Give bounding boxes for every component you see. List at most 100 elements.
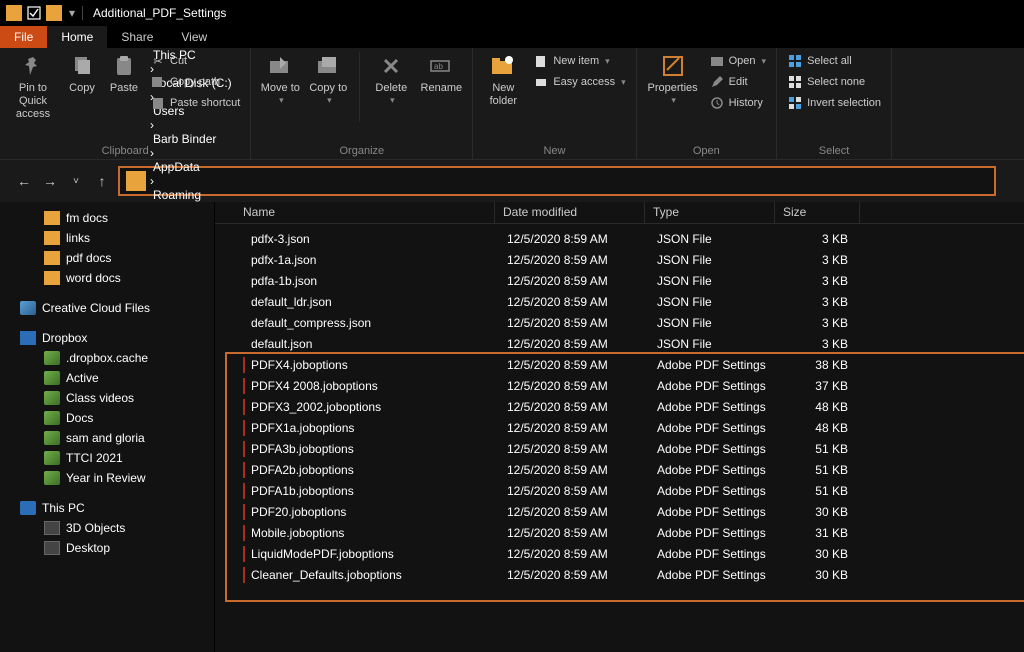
edit-button[interactable]: Edit (707, 73, 768, 91)
creative-cloud-icon (20, 301, 36, 315)
sidebar-item[interactable]: links (0, 228, 214, 248)
sidebar-item[interactable]: TTCI 2021 (0, 448, 214, 468)
sidebar-item[interactable]: Docs (0, 408, 214, 428)
sidebar[interactable]: fm docslinkspdf docsword docs Creative C… (0, 202, 215, 652)
file-date: 12/5/2020 8:59 AM (499, 484, 649, 498)
tab-file[interactable]: File (0, 26, 47, 48)
file-row[interactable]: LiquidModePDF.joboptions12/5/2020 8:59 A… (215, 543, 1024, 564)
file-type: JSON File (649, 316, 779, 330)
file-row[interactable]: PDFA1b.joboptions12/5/2020 8:59 AMAdobe … (215, 480, 1024, 501)
sidebar-item[interactable]: Desktop (0, 538, 214, 558)
file-row[interactable]: PDF20.joboptions12/5/2020 8:59 AMAdobe P… (215, 501, 1024, 522)
select-none-button[interactable]: Select none (785, 73, 883, 91)
open-icon (709, 53, 725, 69)
tab-home[interactable]: Home (47, 26, 107, 48)
col-date[interactable]: Date modified (495, 202, 645, 223)
file-row[interactable]: default_compress.json12/5/2020 8:59 AMJS… (215, 312, 1024, 333)
column-headers[interactable]: Name Date modified Type Size (215, 202, 1024, 224)
breadcrumb-item[interactable]: AppData (150, 160, 289, 174)
address-bar[interactable]: This PC›Local Disk (C:)›Users›Barb Binde… (118, 166, 996, 196)
recent-dropdown[interactable]: ˅ (66, 169, 86, 193)
sidebar-item[interactable]: Class videos (0, 388, 214, 408)
file-name: PDFA1b.joboptions (243, 484, 499, 498)
file-name: PDFX4 2008.joboptions (243, 379, 499, 393)
file-type: Adobe PDF Settings (649, 358, 779, 372)
col-name[interactable]: Name (215, 202, 495, 223)
file-row[interactable]: default_ldr.json12/5/2020 8:59 AMJSON Fi… (215, 291, 1024, 312)
file-row[interactable]: PDFX1a.joboptions12/5/2020 8:59 AMAdobe … (215, 417, 1024, 438)
file-type: JSON File (649, 274, 779, 288)
file-row[interactable]: PDFX4.joboptions12/5/2020 8:59 AMAdobe P… (215, 354, 1024, 375)
delete-icon (377, 52, 405, 80)
paste-icon (110, 52, 138, 80)
sidebar-item[interactable]: word docs (0, 268, 214, 288)
delete-button[interactable]: Delete▾ (370, 52, 412, 106)
open-button[interactable]: Open▾ (707, 52, 768, 70)
folder-icon (44, 471, 60, 485)
file-row[interactable]: PDFX4 2008.joboptions12/5/2020 8:59 AMAd… (215, 375, 1024, 396)
copy-button[interactable]: Copy (64, 52, 100, 95)
file-row[interactable]: pdfx-1a.json12/5/2020 8:59 AMJSON File3 … (215, 249, 1024, 270)
qat-dropdown[interactable]: ▾ (66, 7, 78, 19)
file-row[interactable]: pdfa-1b.json12/5/2020 8:59 AMJSON File3 … (215, 270, 1024, 291)
paste-shortcut-button[interactable]: Paste shortcut (148, 94, 242, 112)
select-all-button[interactable]: Select all (785, 52, 883, 70)
tab-view[interactable]: View (167, 26, 221, 48)
sidebar-item[interactable]: Active (0, 368, 214, 388)
file-size: 30 KB (779, 568, 864, 582)
file-row[interactable]: pdfx-3.json12/5/2020 8:59 AMJSON File3 K… (215, 228, 1024, 249)
file-name: LiquidModePDF.joboptions (243, 547, 499, 561)
copy-path-button[interactable]: Copy path (148, 73, 242, 91)
paste-button[interactable]: Paste (106, 52, 142, 95)
sidebar-item[interactable]: pdf docs (0, 248, 214, 268)
file-row[interactable]: PDFA2b.joboptions12/5/2020 8:59 AMAdobe … (215, 459, 1024, 480)
sidebar-item[interactable]: .dropbox.cache (0, 348, 214, 368)
file-name: PDFA3b.joboptions (243, 442, 499, 456)
tab-share[interactable]: Share (107, 26, 167, 48)
quick-access-toolbar[interactable] (26, 5, 42, 21)
sidebar-this-pc[interactable]: This PC (0, 498, 214, 518)
sidebar-item[interactable]: Year in Review (0, 468, 214, 488)
forward-button[interactable]: → (40, 169, 60, 193)
up-button[interactable]: ↑ (92, 169, 112, 193)
file-size: 3 KB (779, 337, 864, 351)
col-size[interactable]: Size (775, 202, 860, 223)
col-type[interactable]: Type (645, 202, 775, 223)
sidebar-item[interactable]: fm docs (0, 208, 214, 228)
new-folder-button[interactable]: New folder (481, 52, 525, 108)
folder-icon (44, 231, 60, 245)
file-row[interactable]: PDFX3_2002.joboptions12/5/2020 8:59 AMAd… (215, 396, 1024, 417)
file-row[interactable]: PDFA3b.joboptions12/5/2020 8:59 AMAdobe … (215, 438, 1024, 459)
new-item-button[interactable]: New item▾ (531, 52, 627, 70)
file-type: Adobe PDF Settings (649, 484, 779, 498)
sidebar-item[interactable]: sam and gloria (0, 428, 214, 448)
folder-icon (44, 351, 60, 365)
sidebar-dropbox[interactable]: Dropbox (0, 328, 214, 348)
pin-quick-access-button[interactable]: Pin to Quick access (8, 52, 58, 122)
file-row[interactable]: default.json12/5/2020 8:59 AMJSON File3 … (215, 333, 1024, 354)
device-icon (44, 541, 60, 555)
file-row[interactable]: Cleaner_Defaults.joboptions12/5/2020 8:5… (215, 564, 1024, 585)
file-type: JSON File (649, 253, 779, 267)
copy-to-button[interactable]: Copy to▾ (307, 52, 349, 106)
cut-button[interactable]: ✂Cut (148, 52, 242, 70)
file-row[interactable]: Mobile.joboptions12/5/2020 8:59 AMAdobe … (215, 522, 1024, 543)
easy-access-button[interactable]: Easy access▾ (531, 73, 627, 91)
sidebar-item[interactable]: 3D Objects (0, 518, 214, 538)
file-size: 31 KB (779, 526, 864, 540)
file-date: 12/5/2020 8:59 AM (499, 526, 649, 540)
file-size: 3 KB (779, 253, 864, 267)
invert-selection-button[interactable]: Invert selection (785, 94, 883, 112)
properties-button[interactable]: Properties▾ (645, 52, 701, 106)
back-button[interactable]: ← (14, 169, 34, 193)
group-label: New (481, 143, 627, 159)
sidebar-creative-cloud[interactable]: Creative Cloud Files (0, 298, 214, 318)
file-name: PDFX4.joboptions (243, 358, 499, 372)
file-size: 30 KB (779, 547, 864, 561)
move-to-button[interactable]: Move to▾ (259, 52, 301, 106)
breadcrumb-item[interactable]: Roaming (150, 188, 289, 202)
file-type: Adobe PDF Settings (649, 400, 779, 414)
rename-button[interactable]: ab Rename (418, 52, 464, 95)
history-button[interactable]: History (707, 94, 768, 112)
file-size: 48 KB (779, 421, 864, 435)
